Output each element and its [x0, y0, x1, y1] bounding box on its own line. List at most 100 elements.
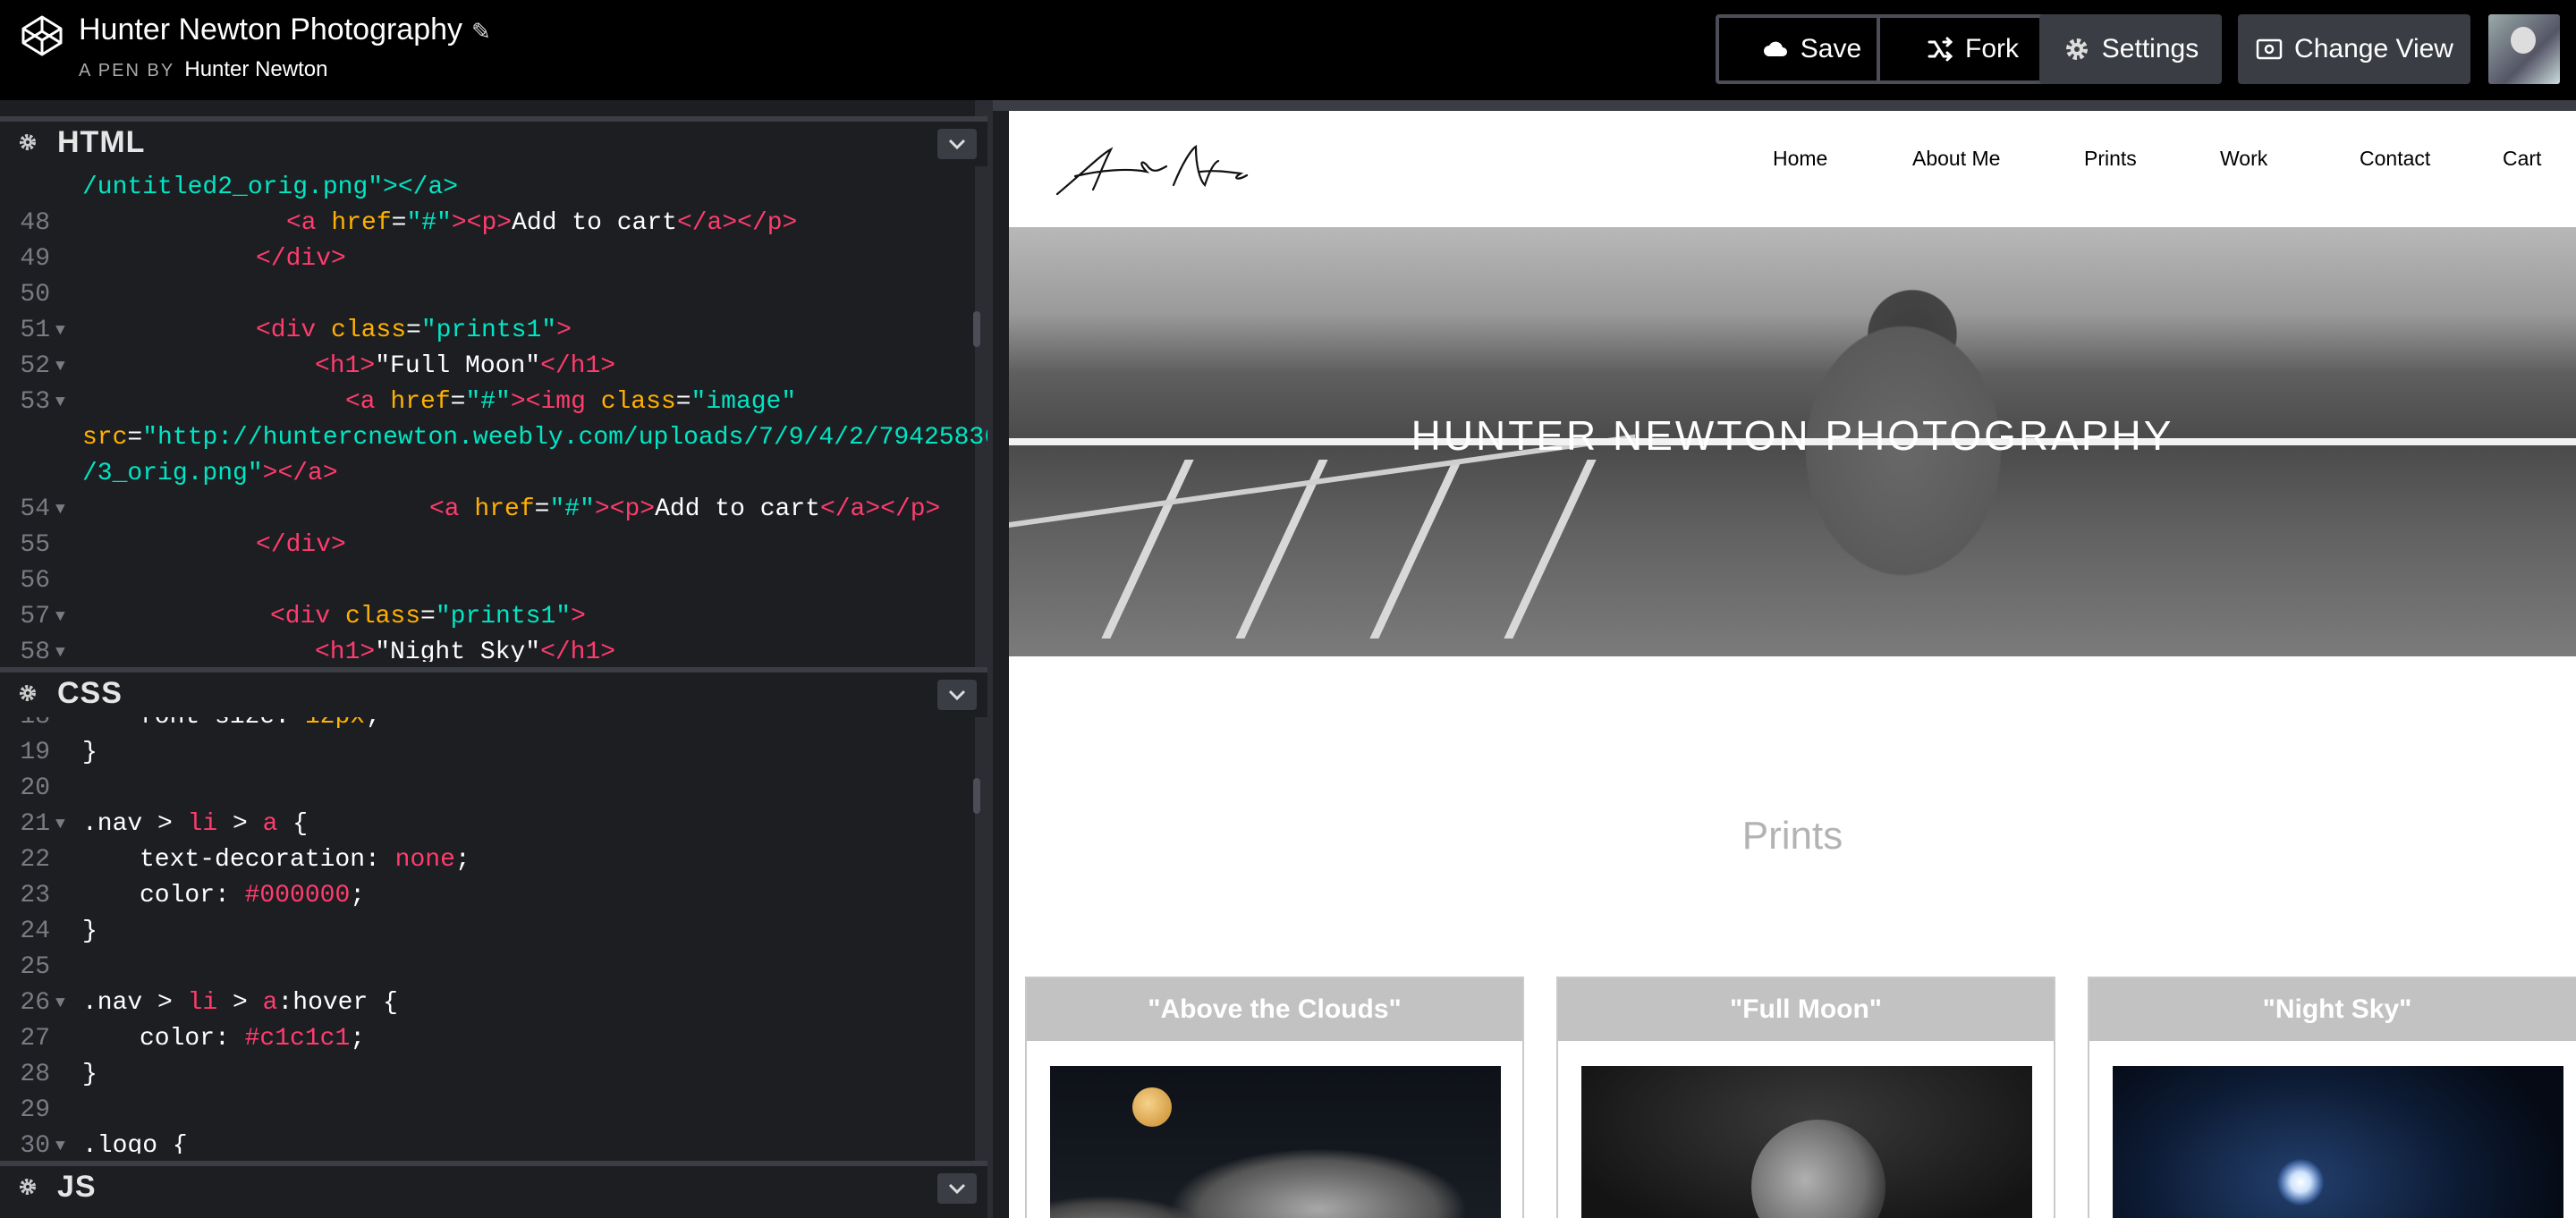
line-number: 48	[20, 209, 50, 237]
prints-heading: Prints	[1741, 814, 1843, 858]
fold-arrow-icon[interactable]: ▼	[55, 599, 65, 635]
code-text: /untitled2_orig.png"></a>	[82, 173, 459, 201]
settings-button[interactable]: Settings	[2039, 14, 2222, 84]
line-number: 24	[20, 918, 50, 945]
nav-about-me[interactable]: About Me	[1912, 147, 2000, 171]
line-number: 53	[20, 388, 50, 416]
code-text: </div>	[256, 245, 346, 273]
fold-arrow-icon[interactable]: ▼	[55, 349, 65, 385]
code-text: <a href="#"><img class="image"	[345, 388, 797, 416]
html-scrollbar[interactable]	[973, 311, 980, 347]
line-number: 29	[20, 1096, 50, 1124]
gear-icon[interactable]	[18, 683, 38, 703]
line-number: 30	[20, 1132, 50, 1154]
html-pane-header[interactable]: HTML	[0, 116, 987, 166]
code-text: }	[82, 739, 97, 766]
fold-arrow-icon[interactable]: ▼	[55, 1129, 65, 1154]
line-number: 54	[20, 495, 50, 523]
pen-title-text: Hunter Newton Photography	[79, 13, 463, 47]
pen-byline: A PEN BY Hunter Newton	[79, 57, 327, 82]
fold-arrow-icon[interactable]: ▼	[55, 385, 65, 420]
line-number: 21	[20, 810, 50, 838]
preview-pane[interactable]: Home About Me Prints Work Contact Cart H…	[1009, 111, 2576, 1218]
gear-icon	[2065, 38, 2088, 60]
line-number: 26	[20, 989, 50, 1017]
line-number: 28	[20, 1061, 50, 1088]
css-code-editor[interactable]: 18font-size: 12px; 19} 20 21▼.nav > li >…	[0, 717, 987, 1154]
pencil-icon[interactable]: ✎	[471, 18, 491, 45]
print-card-title: "Above the Clouds"	[1027, 978, 1522, 1041]
html-code-editor[interactable]: /untitled2_orig.png"></a> 48 <a href="#">…	[0, 170, 987, 662]
gear-icon[interactable]	[18, 132, 38, 152]
fold-arrow-icon[interactable]: ▼	[55, 313, 65, 349]
js-pane-header[interactable]: JS	[0, 1161, 987, 1218]
nav-cart[interactable]: Cart	[2503, 147, 2541, 171]
print-card[interactable]: "Above the Clouds"	[1025, 977, 1524, 1218]
pen-by-label: A PEN BY	[79, 61, 174, 80]
code-text: </div>	[256, 531, 346, 559]
layout-icon	[2256, 38, 2283, 60]
print-card[interactable]: "Night Sky"	[2088, 977, 2576, 1218]
author-link[interactable]: Hunter Newton	[184, 57, 327, 81]
js-pane-title: JS	[57, 1170, 97, 1204]
print-card-title: "Full Moon"	[1558, 978, 2054, 1041]
line-number: 20	[20, 774, 50, 802]
line-number: 51	[20, 317, 50, 344]
star-graphic	[2277, 1159, 2324, 1205]
print-card[interactable]: "Full Moon"	[1556, 977, 2055, 1218]
code-text: src="http://huntercnewton.weebly.com/upl…	[82, 424, 987, 452]
chevron-down-icon[interactable]	[937, 1173, 977, 1204]
hero-title: HUNTER NEWTON PHOTOGRAPHY	[1411, 412, 2174, 459]
code-text: color: #c1c1c1;	[140, 1025, 366, 1053]
nav-home[interactable]: Home	[1773, 147, 1827, 171]
chevron-down-icon[interactable]	[937, 680, 977, 710]
change-view-button[interactable]: Change View	[2238, 14, 2470, 84]
line-number: 23	[20, 882, 50, 909]
code-text: <a href="#"><p>Add to cart</a></p>	[429, 495, 941, 523]
fold-arrow-icon[interactable]: ▼	[55, 985, 65, 1021]
code-text: }	[82, 918, 97, 945]
html-pane-title: HTML	[57, 125, 146, 159]
code-text: text-decoration: none;	[140, 846, 470, 874]
cloud-icon	[1763, 41, 1787, 56]
css-pane-header[interactable]: CSS	[0, 667, 987, 717]
line-number: 22	[20, 846, 50, 874]
css-scrollbar[interactable]	[973, 778, 980, 814]
code-text: }	[82, 1061, 97, 1088]
line-number: 25	[20, 953, 50, 981]
railing-post	[1369, 460, 1462, 639]
fold-arrow-icon[interactable]: ▼	[55, 492, 65, 528]
print-image[interactable]	[1581, 1066, 2032, 1218]
line-number: 58	[20, 639, 50, 662]
code-text: <div class="prints1">	[270, 603, 586, 630]
pen-title[interactable]: Hunter Newton Photography ✎	[79, 13, 491, 47]
chevron-down-icon[interactable]	[937, 129, 977, 159]
nav-work[interactable]: Work	[2220, 147, 2267, 171]
line-number: 50	[20, 281, 50, 309]
line-number: 52	[20, 352, 50, 380]
print-card-title: "Night Sky"	[2089, 978, 2576, 1041]
css-pane-title: CSS	[57, 676, 123, 710]
nav-prints[interactable]: Prints	[2084, 147, 2137, 171]
user-avatar[interactable]	[2488, 14, 2560, 84]
code-text: <h1>"Full Moon"</h1>	[315, 352, 616, 380]
codepen-logo-icon[interactable]	[20, 13, 64, 58]
line-number: 27	[20, 1025, 50, 1053]
top-bar: Hunter Newton Photography ✎ A PEN BY Hunt…	[0, 0, 2576, 100]
fork-label: Fork	[1965, 34, 2019, 63]
code-text: .nav > li > a {	[82, 810, 309, 838]
line-number: 56	[20, 567, 50, 595]
print-image[interactable]	[2113, 1066, 2563, 1218]
code-text: color: #000000;	[140, 882, 366, 909]
code-text: /3_orig.png"></a>	[82, 460, 338, 487]
fold-arrow-icon[interactable]: ▼	[55, 635, 65, 662]
nav-contact[interactable]: Contact	[2360, 147, 2430, 171]
print-image[interactable]	[1050, 1066, 1501, 1218]
gear-icon[interactable]	[18, 1177, 38, 1197]
fold-arrow-icon[interactable]: ▼	[55, 807, 65, 842]
railing-post	[1504, 460, 1597, 639]
code-text: font-size: 12px;	[140, 717, 380, 735]
line-number: 57	[20, 603, 50, 630]
save-label: Save	[1800, 34, 1862, 63]
settings-label: Settings	[2101, 34, 2199, 63]
